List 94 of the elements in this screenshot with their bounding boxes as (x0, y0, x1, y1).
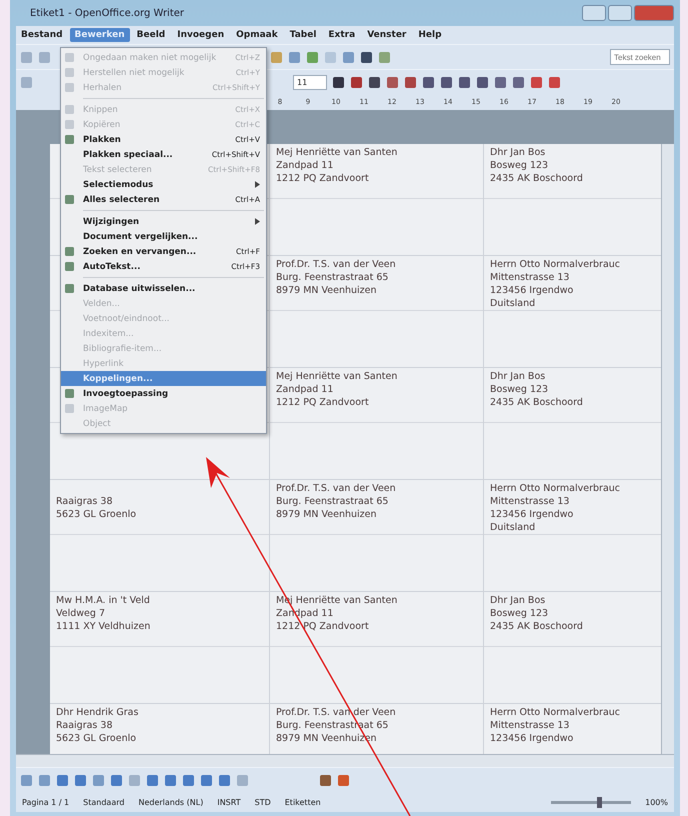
font-size-field[interactable]: 11 (293, 74, 327, 90)
menu-item[interactable]: Document vergelijken... (61, 229, 266, 244)
label-text-line: 123456 Irgendwo (490, 732, 574, 745)
menu-item[interactable]: Selectiemodus (61, 177, 266, 192)
toolbar-icon[interactable] (476, 76, 489, 88)
page-style: Standaard (83, 798, 124, 806)
drawing-tool-icon[interactable] (319, 774, 332, 786)
label-text-line: Bosweg 123 (490, 383, 548, 396)
label-text-line: Dhr Jan Bos (490, 146, 546, 159)
menu-bar-item[interactable]: Tabel (284, 28, 322, 42)
label-text-line: Prof.Dr. T.S. van der Veen (276, 706, 396, 719)
label-text-line: Dhr Jan Bos (490, 594, 546, 607)
label-text-line: 8979 MN Veenhuizen (276, 284, 377, 297)
menu-bar-item[interactable]: Extra (323, 28, 360, 42)
zoom-level: 100% (645, 798, 668, 806)
toolbar-icon[interactable] (512, 76, 525, 88)
minimize-button[interactable] (582, 5, 606, 21)
label-text-line: 5623 GL Groenlo (56, 508, 136, 521)
drawing-tool-icon[interactable] (110, 774, 123, 786)
section-name: Etiketten (284, 798, 321, 806)
label-text-line: Prof.Dr. T.S. van der Veen (276, 482, 396, 495)
label-text-line: 1111 XY Veldhuizen (56, 620, 150, 633)
label-text-line: 123456 Irgendwo (490, 284, 574, 297)
label-text-line: 123456 Irgendwo (490, 508, 574, 521)
label-text-line: Dhr Hendrik Gras (56, 706, 138, 719)
menu-bar-item[interactable]: Venster (362, 28, 412, 42)
label-text-line: 1212 PQ Zandvoort (276, 620, 369, 633)
menu-bar-item[interactable]: Invoegen (172, 28, 230, 42)
label-text-line: Burg. Feenstrastraat 65 (276, 271, 388, 284)
toolbar-icon[interactable] (422, 76, 435, 88)
label-text-line: 5623 GL Groenlo (56, 732, 136, 745)
language-indicator: Nederlands (NL) (138, 798, 204, 806)
drawing-tool-icon[interactable] (218, 774, 231, 786)
label-text-line: Prof.Dr. T.S. van der Veen (276, 258, 396, 271)
toolbar-icon[interactable] (360, 50, 373, 64)
toolbar-icon[interactable] (350, 76, 363, 88)
drawing-tool-icon[interactable] (74, 774, 87, 786)
menu-item[interactable]: Wijzigingen (61, 214, 266, 229)
drawing-tool-icon[interactable] (146, 774, 159, 786)
label-text-line: Mw H.M.A. in 't Veld (56, 594, 150, 607)
menu-bar-item[interactable]: Help (413, 28, 447, 42)
page-indicator: Pagina 1 / 1 (22, 798, 70, 806)
label-text-line: Dhr Jan Bos (490, 370, 546, 383)
insert-mode: INSRT (217, 798, 241, 806)
label-text-line: Zandpad 11 (276, 383, 334, 396)
label-text-line: 2435 AK Boschoord (490, 396, 583, 409)
label-text-line: Mej Henriëtte van Santen (276, 370, 398, 383)
drawing-tool-icon[interactable] (182, 774, 195, 786)
label-text-line: Bosweg 123 (490, 159, 548, 172)
menu-bar-item[interactable]: Beeld (132, 28, 170, 42)
toolbar-icon[interactable] (458, 76, 471, 88)
label-text-line: Duitsland (490, 521, 536, 534)
slider-thumb[interactable] (597, 796, 602, 808)
horizontal-scrollbar[interactable] (16, 754, 674, 767)
label-text-line: Herrn Otto Normalverbrauc (490, 706, 620, 719)
vertical-scrollbar[interactable] (661, 144, 674, 754)
drawing-tool-icon[interactable] (164, 774, 177, 786)
toolbar-icon[interactable] (440, 76, 453, 88)
menu-item[interactable]: Invoegtoepassing (61, 386, 266, 401)
menu-bar-item[interactable]: Opmaak (231, 28, 283, 42)
label-text-line: Burg. Feenstrastraat 65 (276, 495, 388, 508)
label-text-line: Herrn Otto Normalverbrauc (490, 482, 620, 495)
label-text-line: Veldweg 7 (56, 607, 105, 620)
label-text-line: 1212 PQ Zandvoort (276, 396, 369, 409)
label-text-line: Bosweg 123 (490, 607, 548, 620)
drawing-tool-icon[interactable] (20, 774, 33, 786)
label-text-line: Zandpad 11 (276, 159, 334, 172)
label-text-line: Mittenstrasse 13 (490, 719, 570, 732)
drawing-tool-icon[interactable] (38, 774, 51, 786)
label-text-line: Raaigras 38 (56, 719, 112, 732)
selection-mode: STD (254, 798, 271, 806)
toolbar-icon[interactable] (368, 76, 381, 88)
label-text-line: Mittenstrasse 13 (490, 495, 570, 508)
label-text-line: 2435 AK Boschoord (490, 172, 583, 185)
label-text-line: 1212 PQ Zandvoort (276, 172, 369, 185)
drawing-tool-icon[interactable] (337, 774, 350, 786)
menu-item[interactable]: Database uitwisselen... (61, 281, 266, 296)
search-field[interactable]: Tekst zoeken (610, 49, 670, 65)
menu-bar-item[interactable]: Bestand (16, 28, 68, 42)
label-text-line: Raaigras 38 (56, 495, 112, 508)
label-text-line: Mej Henriëtte van Santen (276, 146, 398, 159)
label-text-line: 2435 AK Boschoord (490, 620, 583, 633)
window-title: Etiket1 - OpenOffice.org Writer (29, 8, 184, 18)
drawing-tool-icon[interactable] (56, 774, 69, 786)
drawing-tool-icon[interactable] (200, 774, 213, 786)
toolbar-icon[interactable] (494, 76, 507, 88)
label-text-line: Duitsland (490, 297, 536, 310)
maximize-button[interactable] (608, 5, 632, 21)
label-text-line: 8979 MN Veenhuizen (276, 508, 377, 521)
label-text-line: Mittenstrasse 13 (490, 271, 570, 284)
toolbar-icon[interactable] (404, 76, 417, 88)
drawing-tool-icon[interactable] (92, 774, 105, 786)
label-text-line: Herrn Otto Normalverbrauc (490, 258, 620, 271)
toolbar-icon[interactable] (332, 76, 345, 88)
